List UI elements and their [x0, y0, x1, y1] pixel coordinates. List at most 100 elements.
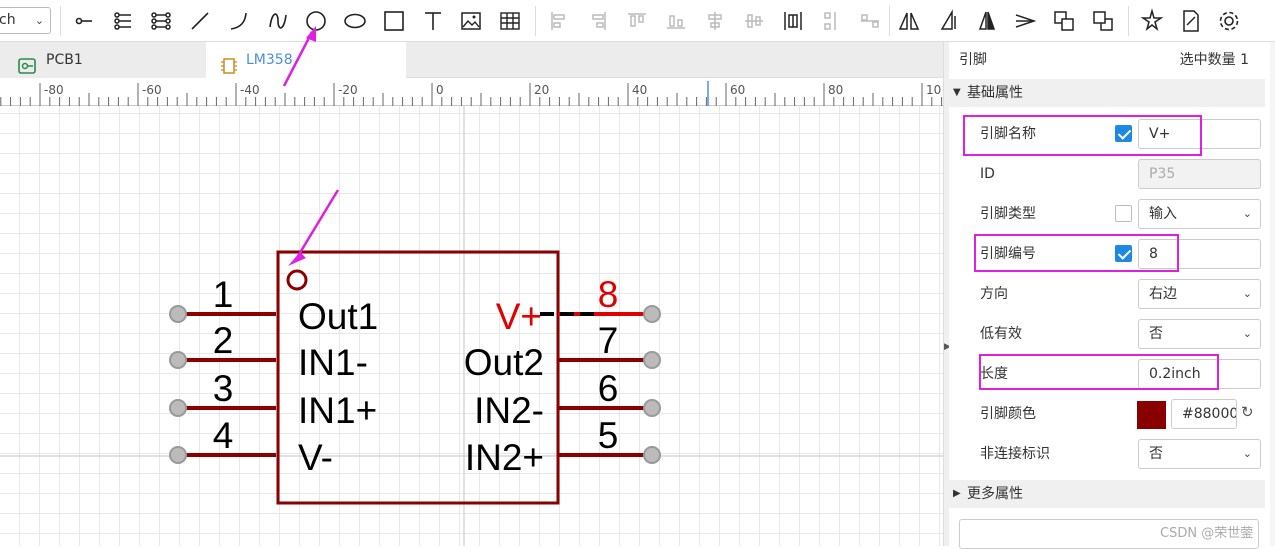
toolbar: ch ⌄: [0, 0, 1275, 42]
direction-select[interactable]: 右边 ⌄: [1138, 279, 1261, 309]
pin-endpoint[interactable]: [643, 351, 661, 369]
unit-select-value: ch: [0, 12, 16, 28]
label-pin-color: 引脚颜色: [980, 406, 1036, 422]
align-center-h-icon[interactable]: [701, 7, 729, 35]
panel-title: 引脚: [959, 52, 987, 68]
pin-number-label: 6: [598, 368, 619, 409]
align-bottom-icon[interactable]: [662, 7, 690, 35]
arc-tool-icon[interactable]: [225, 7, 253, 35]
ruler-label: -80: [44, 83, 64, 97]
rotate-icon[interactable]: [1011, 7, 1039, 35]
pin-type-visible-checkbox[interactable]: [1115, 205, 1132, 222]
ruler-label: -20: [338, 83, 358, 97]
ruler-label: 40: [632, 83, 647, 97]
pin-endpoint[interactable]: [169, 446, 187, 464]
image-tool-icon[interactable]: [457, 7, 485, 35]
pin-endpoint[interactable]: [643, 305, 661, 323]
pin-name-label: IN1-: [298, 342, 368, 383]
chevron-down-icon: ⌄: [1242, 327, 1252, 340]
gear-icon[interactable]: [1215, 7, 1243, 35]
pin-number-label: 2: [213, 320, 234, 361]
annotation-arrow: [296, 189, 340, 257]
toolbar-divider: [535, 6, 536, 36]
ruler-label: -60: [142, 83, 162, 97]
align-top-icon[interactable]: [623, 7, 651, 35]
reset-icon[interactable]: ↻: [1241, 403, 1254, 421]
lm358-symbol[interactable]: 1 Out1 2 IN1- 3 IN1+ 4 V- 8 V+ 7 Out2 6 IN2- 5 IN2+: [0, 106, 943, 546]
pin-color-swatch[interactable]: [1137, 401, 1166, 429]
flip-h-icon[interactable]: [895, 7, 923, 35]
pin-number-visible-checkbox[interactable]: [1115, 245, 1132, 262]
pin-number-input[interactable]: 8: [1138, 239, 1261, 269]
pin-number-label: 5: [598, 415, 619, 456]
pin-color-input[interactable]: #88000: [1171, 399, 1237, 429]
toolbar-divider: [60, 6, 61, 36]
send-back-icon[interactable]: [1089, 7, 1117, 35]
toolbar-divider: [1128, 6, 1129, 36]
row-pin-name: 引脚名称 V+: [949, 114, 1275, 154]
length-input[interactable]: 0.2inch: [1138, 359, 1261, 389]
table-tool-icon[interactable]: [496, 7, 524, 35]
flip-v-icon[interactable]: [934, 7, 962, 35]
pin-endpoint[interactable]: [643, 446, 661, 464]
pin-type-select[interactable]: 输入 ⌄: [1138, 199, 1261, 229]
tab-pcb1[interactable]: PCB1: [0, 42, 206, 78]
align-right-icon[interactable]: [584, 7, 612, 35]
properties-panel: 引脚 选中数量 1 ▼ 基础属性 引脚名称 V+ ID P35 引脚类型 输入 ⌄…: [949, 42, 1275, 549]
align-left-icon[interactable]: [545, 7, 573, 35]
pin-endpoint[interactable]: [169, 305, 187, 323]
toolbar-annotation-arrow: [282, 26, 316, 87]
unit-select[interactable]: ch ⌄: [0, 7, 51, 34]
pin-name-label: IN2-: [474, 390, 544, 431]
line-tool-icon[interactable]: [186, 7, 214, 35]
ruler-label: -40: [240, 83, 260, 97]
text-tool-icon[interactable]: [419, 7, 447, 35]
pin-name-label: IN2+: [465, 437, 544, 478]
row-pin-color: 引脚颜色 #88000 ↻: [949, 394, 1275, 434]
ruler-label: 20: [534, 83, 549, 97]
rectangle-tool-icon[interactable]: [380, 7, 408, 35]
label-length: 长度: [980, 366, 1008, 382]
align-center-v-icon[interactable]: [740, 7, 768, 35]
no-connect-select[interactable]: 否 ⌄: [1138, 439, 1261, 469]
annotation-arrow-head: [288, 252, 306, 266]
row-direction: 方向 右边 ⌄: [949, 274, 1275, 314]
watermark: CSDN @荣世蓥: [1160, 526, 1254, 541]
chevron-down-icon: ⌄: [1242, 287, 1252, 300]
pin-name-input[interactable]: V+: [1138, 119, 1261, 149]
caret-down-icon: ▼: [953, 87, 961, 98]
label-direction: 方向: [980, 286, 1008, 302]
direction-value: 右边: [1149, 286, 1177, 302]
pin-endpoint[interactable]: [643, 399, 661, 417]
pin-number-label: 3: [213, 368, 234, 409]
row-pin-type: 引脚类型 输入 ⌄: [949, 194, 1275, 234]
pin-array-tool-icon[interactable]: [147, 7, 175, 35]
ruler-label: 0: [436, 83, 444, 97]
bus-entry-tool-icon[interactable]: [109, 7, 137, 35]
active-low-select[interactable]: 否 ⌄: [1138, 319, 1261, 349]
pin-number-label: 7: [598, 320, 619, 361]
edit-document-icon[interactable]: [1177, 7, 1205, 35]
pin-number-label: 8: [598, 274, 619, 315]
bring-front-icon[interactable]: [1050, 7, 1078, 35]
section-more-properties[interactable]: ▶ 更多属性: [949, 480, 1265, 508]
pin-endpoint[interactable]: [169, 351, 187, 369]
no-connect-value: 否: [1149, 446, 1163, 462]
distribute-grid-icon[interactable]: [779, 7, 807, 35]
toolbar-divider: [889, 6, 890, 36]
label-active-low: 低有效: [980, 326, 1022, 342]
pin-endpoint[interactable]: [169, 399, 187, 417]
mirror-icon[interactable]: [973, 7, 1001, 35]
chevron-down-icon: ⌄: [1242, 207, 1252, 220]
caret-right-icon: ▶: [953, 488, 961, 499]
ellipse-tool-icon[interactable]: [341, 7, 369, 35]
pin-name-visible-checkbox[interactable]: [1115, 125, 1132, 142]
pin-name-label: Out1: [298, 296, 378, 337]
section-basic-properties[interactable]: ▼ 基础属性: [949, 79, 1265, 107]
panel-scrollbar[interactable]: [1270, 42, 1275, 546]
pin-tool-icon[interactable]: [70, 7, 98, 35]
schematic-canvas[interactable]: 1 Out1 2 IN1- 3 IN1+ 4 V- 8 V+ 7 Out2 6 IN2- 5 IN2+: [0, 106, 943, 546]
distribute-v-icon[interactable]: [856, 7, 884, 35]
select-star-icon[interactable]: [1138, 7, 1166, 35]
distribute-h-icon[interactable]: [817, 7, 845, 35]
